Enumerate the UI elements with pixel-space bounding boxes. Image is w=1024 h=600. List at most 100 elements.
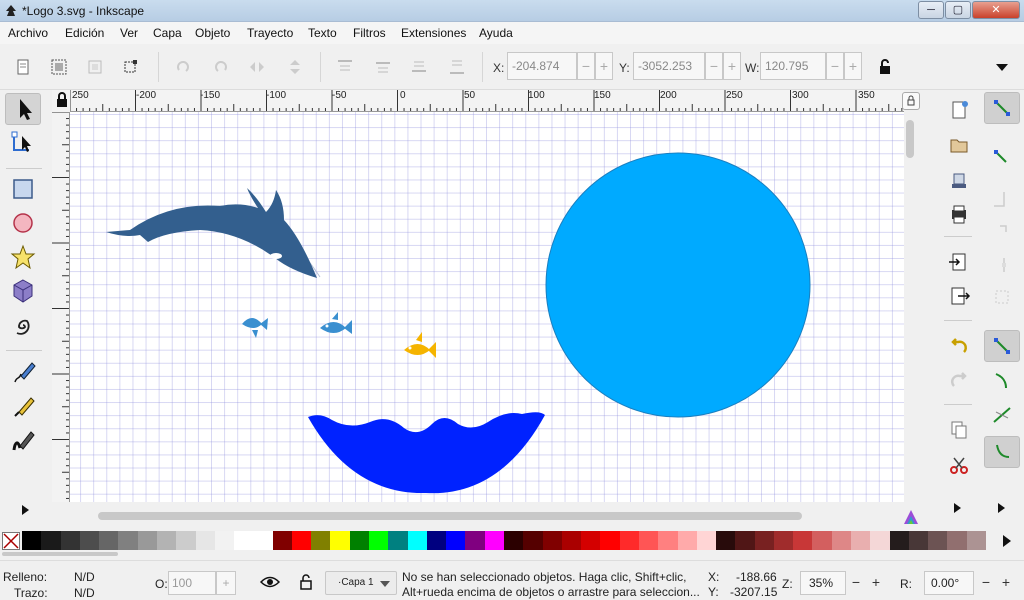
pencil-tool[interactable] <box>5 358 41 390</box>
snap-bbox-center-button[interactable] <box>984 282 1020 314</box>
small-fish-2[interactable] <box>320 312 352 334</box>
lower-to-bottom-icon[interactable] <box>448 58 466 76</box>
menu-trayecto[interactable]: Trayecto <box>247 26 293 40</box>
menu-ver[interactable]: Ver <box>120 26 138 40</box>
color-swatch[interactable] <box>484 531 505 550</box>
rotate-input[interactable] <box>924 571 974 595</box>
color-swatch[interactable] <box>504 531 524 550</box>
star-tool[interactable] <box>5 242 41 274</box>
close-button[interactable]: ✕ <box>972 1 1020 19</box>
x-coordinate-input[interactable] <box>507 52 577 80</box>
color-swatch[interactable] <box>773 531 794 550</box>
color-swatch[interactable] <box>966 531 987 550</box>
save-icon[interactable] <box>944 166 974 196</box>
flip-vertical-icon[interactable] <box>286 58 304 76</box>
no-paint-swatch[interactable] <box>2 532 20 550</box>
minimize-button[interactable]: ─ <box>918 1 944 19</box>
y-increment-button[interactable]: + <box>723 52 741 80</box>
color-swatch[interactable] <box>195 531 216 550</box>
rotate-ccw-icon[interactable] <box>174 58 192 76</box>
color-swatch[interactable] <box>291 531 312 550</box>
color-swatch[interactable] <box>234 531 254 550</box>
menu-objeto[interactable]: Objeto <box>195 26 230 40</box>
maximize-button[interactable]: ▢ <box>945 1 971 19</box>
new-document-icon[interactable] <box>944 96 974 126</box>
open-folder-icon[interactable] <box>944 130 974 160</box>
color-swatch[interactable] <box>253 531 274 550</box>
deselect-icon[interactable] <box>122 58 140 76</box>
color-swatch[interactable] <box>677 531 698 550</box>
vertical-scrollbar[interactable] <box>904 112 920 502</box>
color-swatch[interactable] <box>561 531 582 550</box>
redo-icon[interactable] <box>944 366 974 396</box>
color-swatch[interactable] <box>793 531 813 550</box>
color-swatch[interactable] <box>716 531 736 550</box>
x-increment-button[interactable]: + <box>595 52 613 80</box>
color-swatch[interactable] <box>542 531 563 550</box>
color-swatch[interactable] <box>735 531 756 550</box>
w-increment-button[interactable]: + <box>844 52 862 80</box>
color-swatch[interactable] <box>851 531 871 550</box>
horizontal-scroll-thumb[interactable] <box>98 512 802 520</box>
rotate-cw-icon[interactable] <box>212 58 230 76</box>
lower-icon[interactable] <box>410 58 428 76</box>
lock-guides-icon[interactable] <box>54 92 70 108</box>
color-swatch[interactable] <box>619 531 640 550</box>
snap-nodes-button[interactable] <box>984 330 1020 362</box>
color-swatch[interactable] <box>581 531 601 550</box>
color-manage-icon[interactable] <box>902 508 920 526</box>
undo-icon[interactable] <box>944 332 974 362</box>
snap-intersection-button[interactable] <box>984 400 1020 432</box>
rotate-cw-button[interactable]: + <box>996 571 1016 595</box>
invert-selection-icon[interactable] <box>86 58 104 76</box>
toggle-visibility-eye-icon[interactable] <box>260 575 280 589</box>
calligraphy-tool[interactable] <box>5 426 41 458</box>
color-swatch[interactable] <box>928 531 948 550</box>
snap-path-button[interactable] <box>984 366 1020 398</box>
color-swatch[interactable] <box>812 531 833 550</box>
color-swatch[interactable] <box>407 531 428 550</box>
toolbox-more-arrow-icon[interactable] <box>20 504 30 516</box>
selector-tool[interactable] <box>5 93 41 125</box>
color-swatch[interactable] <box>947 531 968 550</box>
horizontal-scrollbar[interactable] <box>70 506 904 526</box>
opacity-input[interactable] <box>168 571 216 595</box>
color-swatch[interactable] <box>79 531 100 550</box>
print-icon[interactable] <box>944 200 974 230</box>
w-decrement-button[interactable]: − <box>826 52 844 80</box>
color-swatch[interactable] <box>137 531 158 550</box>
raise-to-top-icon[interactable] <box>336 58 354 76</box>
layer-dropdown[interactable]: ·Capa 1 <box>325 571 397 595</box>
color-swatch[interactable] <box>600 531 621 550</box>
select-all-icon[interactable] <box>14 58 32 76</box>
menu-extensiones[interactable]: Extensiones <box>401 26 466 40</box>
color-swatch[interactable] <box>889 531 910 550</box>
snap-smooth-nodes-button[interactable] <box>984 436 1020 468</box>
snap-bbox-corner-button[interactable] <box>984 216 1020 248</box>
zoom-input[interactable] <box>800 571 846 595</box>
color-swatch[interactable] <box>446 531 466 550</box>
color-swatch[interactable] <box>465 531 486 550</box>
color-swatch[interactable] <box>214 531 235 550</box>
color-swatch[interactable] <box>272 531 293 550</box>
color-swatch[interactable] <box>658 531 678 550</box>
sun-circle[interactable] <box>545 152 811 418</box>
color-swatch[interactable] <box>41 531 62 550</box>
menu-capa[interactable]: Capa <box>153 26 182 40</box>
color-swatch[interactable] <box>176 531 196 550</box>
stroke-value[interactable]: N/D <box>74 586 95 600</box>
gold-fish[interactable] <box>404 332 436 358</box>
color-swatch[interactable] <box>870 531 891 550</box>
snap-more-arrow-icon[interactable] <box>996 502 1006 514</box>
color-swatch[interactable] <box>831 531 852 550</box>
color-swatch[interactable] <box>99 531 119 550</box>
rotate-ccw-button[interactable]: − <box>976 571 996 595</box>
color-swatch[interactable] <box>908 531 929 550</box>
color-swatch[interactable] <box>426 531 447 550</box>
small-fish-1[interactable] <box>242 318 268 338</box>
menu-archivo[interactable]: Archivo <box>8 26 48 40</box>
fill-value[interactable]: N/D <box>74 570 95 584</box>
spiral-tool[interactable] <box>5 310 41 342</box>
toolbar-overflow-chevron-icon[interactable] <box>993 58 1011 76</box>
color-swatch[interactable] <box>311 531 331 550</box>
